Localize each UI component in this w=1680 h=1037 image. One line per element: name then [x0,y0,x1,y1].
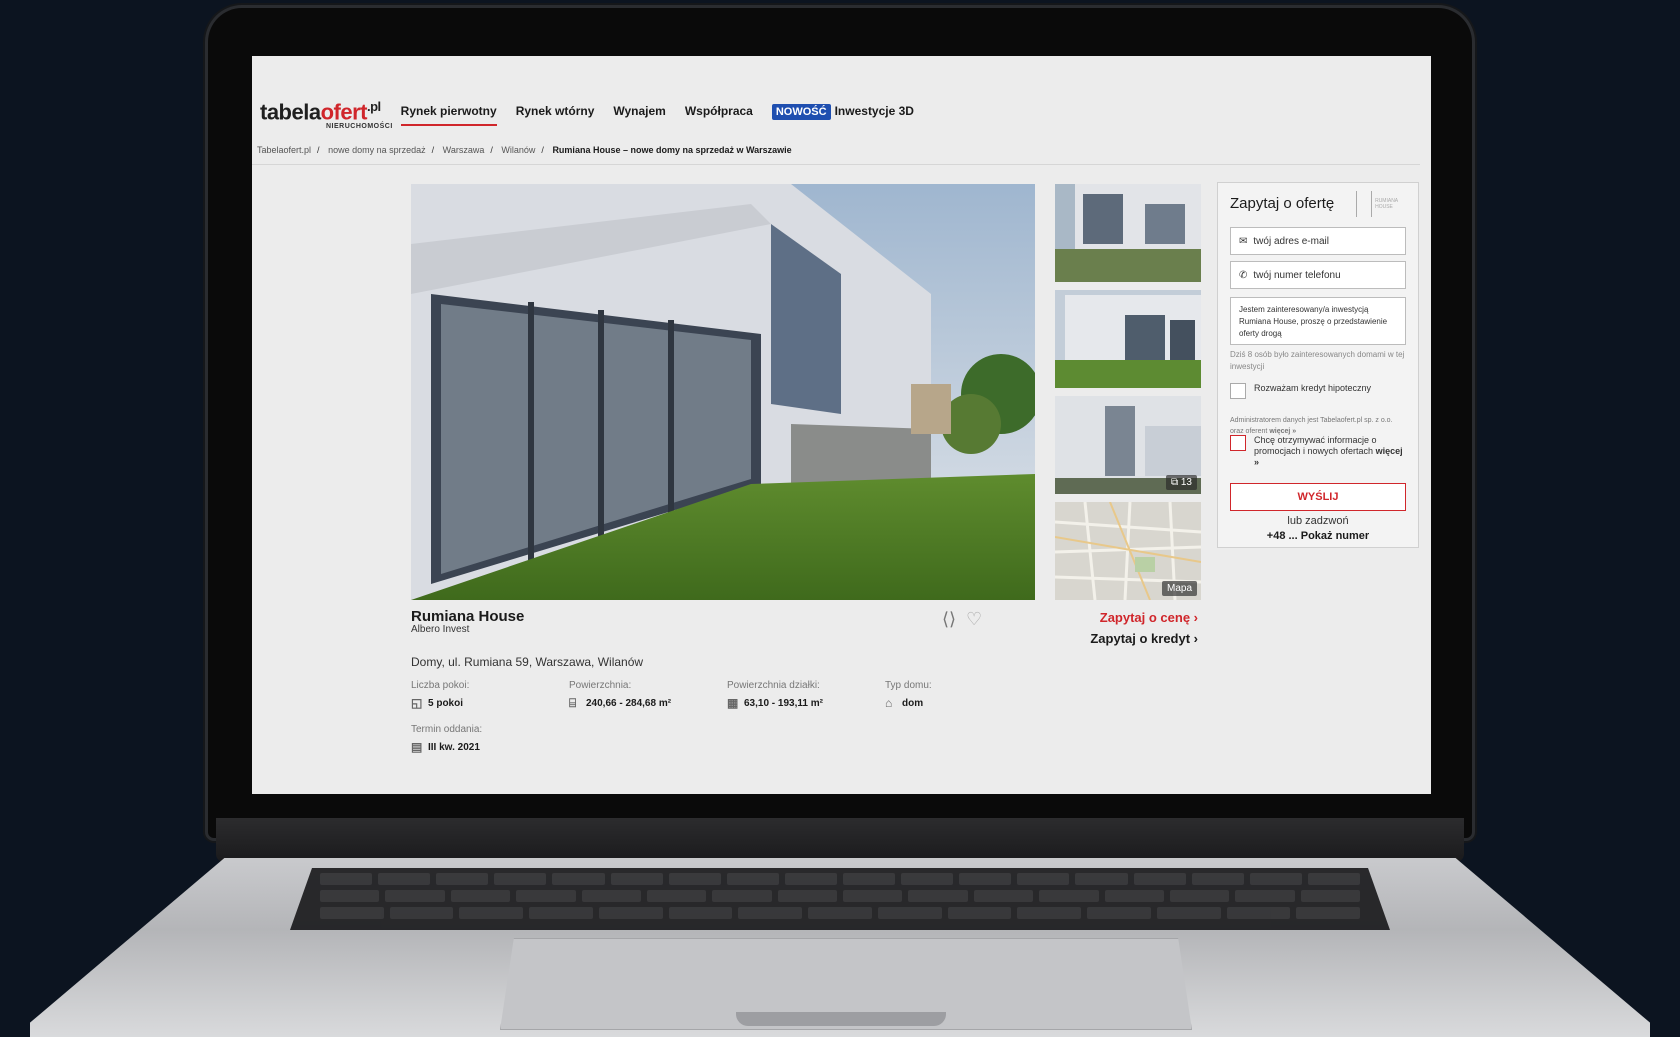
laptop-keyboard [290,868,1390,930]
breadcrumb-home[interactable]: Tabelaofert.pl [257,145,311,155]
phone-field[interactable]: ✆ twój numer telefonu [1230,261,1406,289]
spec-area: Powierzchnia: ⌸ 240,66 - 284,68 m² [569,680,727,710]
breadcrumb-district[interactable]: Wilanów [501,145,535,155]
listing-address: Domy, ul. Rumiana 59, Warszawa, Wilanów [411,655,644,669]
breadcrumb-sep: / [490,145,493,155]
spec-value: 63,10 - 193,11 m² [744,698,823,709]
email-field[interactable]: ✉ twój adres e-mail [1230,227,1406,255]
spec-label: Termin oddania: [411,724,483,735]
send-button[interactable]: WYŚLIJ [1230,483,1406,511]
header-divider [252,164,1420,165]
show-phone[interactable]: +48 ... Pokaż numer [1230,530,1406,542]
breadcrumb-city[interactable]: Warszawa [443,145,485,155]
admin-note: Administratorem danych jest Tabelaofert.… [1230,417,1393,435]
mail-icon: ✉ [1239,235,1248,247]
map-thumb[interactable]: Mapa [1055,502,1201,600]
browser-screen: tabelaofert.pl NIERUCHOMOŚCI Rynek pierw… [252,56,1431,794]
heart-icon[interactable]: ♡ [966,609,982,630]
laptop-notch [736,1012,946,1026]
spec-label: Powierzchnia działki: [727,680,820,691]
spec-value: dom [902,698,924,709]
spec-rooms: Liczba pokoi: ◱ 5 pokoi [411,680,569,710]
logo-subtitle: NIERUCHOMOŚCI [326,122,393,130]
checkbox-label: Chcę otrzymywać informacje o promocjach … [1254,435,1403,467]
breadcrumb-sep: / [317,145,320,155]
breadcrumb-category[interactable]: nowe domy na sprzedaż [328,145,426,155]
message-field[interactable]: Jestem zainteresowany/a inwestycją Rumia… [1230,297,1406,345]
or-call-text: lub zadzwoń [1287,515,1349,527]
checkbox-label: Rozważam kredyt hipoteczny [1254,383,1372,393]
spec-completion: Termin oddania: ▤ III kw. 2021 [411,724,569,754]
ask-price-link[interactable]: Zapytaj o cenę › [1080,610,1198,625]
promo-checkbox[interactable]: Chcę otrzymywać informacje o promocjach … [1230,435,1410,468]
ask-credit-link[interactable]: Zapytaj o kredyt › [1080,631,1198,646]
spec-plot: Powierzchnia działki: ▦ 63,10 - 193,11 m² [727,680,885,710]
spec-value: III kw. 2021 [428,742,480,753]
phone-icon: ✆ [1239,269,1248,281]
nav-cooperation[interactable]: Współpraca [685,98,753,126]
spec-label: Typ domu: [885,680,932,691]
plot-icon: ▦ [727,696,739,710]
listing-title: Rumiana House [411,608,525,625]
gallery-thumb-3[interactable]: ⧉ 13 [1055,396,1201,494]
laptop-hinge [216,818,1464,862]
spec-type: Typ domu: ⌂ dom [885,680,985,710]
interest-note: Dziś 8 osób było zainteresowanych domami… [1230,350,1405,371]
nav-primary-market[interactable]: Rynek pierwotny [400,98,497,126]
map-label: Mapa [1161,581,1197,596]
gallery-thumb-1[interactable] [1055,184,1201,282]
nav-investments-3d-label: Inwestycje 3D [834,104,914,118]
nav-investments-3d[interactable]: NOWOŚĆ Inwestycje 3D [771,98,914,126]
checkbox-box[interactable] [1230,383,1246,399]
rooms-icon: ◱ [411,696,423,710]
contact-form: Zapytaj o ofertę RUMIANA HOUSE ✉ twój adr… [1217,182,1419,548]
breadcrumb-sep: / [541,145,544,155]
admin-more-link[interactable]: więcej » [1269,428,1296,435]
spec-label: Liczba pokoi: [411,680,470,691]
nav-rent[interactable]: Wynajem [613,98,665,126]
checkbox-box[interactable] [1230,435,1246,451]
show-number-link[interactable]: Pokaż numer [1301,530,1369,542]
form-title: Zapytaj o ofertę [1230,195,1335,212]
photo-count-badge: ⧉ 13 [1165,475,1197,490]
listing-actions: ⟨⟩ ♡ [942,609,982,630]
listing-specs: Liczba pokoi: ◱ 5 pokoi Powierzchnia: ⌸ 24… [411,680,985,754]
breadcrumb-sep: / [431,145,435,155]
area-icon: ⌸ [569,696,577,710]
breadcrumb: Tabelaofert.pl / nowe domy na sprzedaż / W… [257,145,792,155]
gallery-thumb-2[interactable] [1055,290,1201,388]
main-nav: Rynek pierwotny Rynek wtórny Wynajem Wsp… [400,98,914,126]
site-logo[interactable]: tabelaofert.pl NIERUCHOMOŚCI [260,99,392,130]
mortgage-checkbox[interactable]: Rozważam kredyt hipoteczny [1230,383,1410,399]
spec-value: 5 pokoi [428,698,464,709]
calendar-icon: ▤ [411,740,423,754]
breadcrumb-current: Rumiana House – nowe domy na sprzedaż w … [552,145,792,155]
spec-value: 240,66 - 284,68 m² [586,698,672,709]
ask-links: Zapytaj o cenę › Zapytaj o kredyt › [1080,610,1198,646]
main-photo[interactable] [411,184,1035,600]
spec-label: Powierzchnia: [569,680,632,691]
listing-developer[interactable]: Albero Invest [411,624,469,635]
new-badge: NOWOŚĆ [771,104,831,120]
share-icon[interactable]: ⟨⟩ [942,609,956,630]
house-icon: ⌂ [885,696,893,710]
site-header: tabelaofert.pl NIERUCHOMOŚCI Rynek pierw… [260,92,914,132]
developer-brand-logo: RUMIANA HOUSE [1356,189,1412,219]
nav-secondary-market[interactable]: Rynek wtórny [516,98,595,126]
